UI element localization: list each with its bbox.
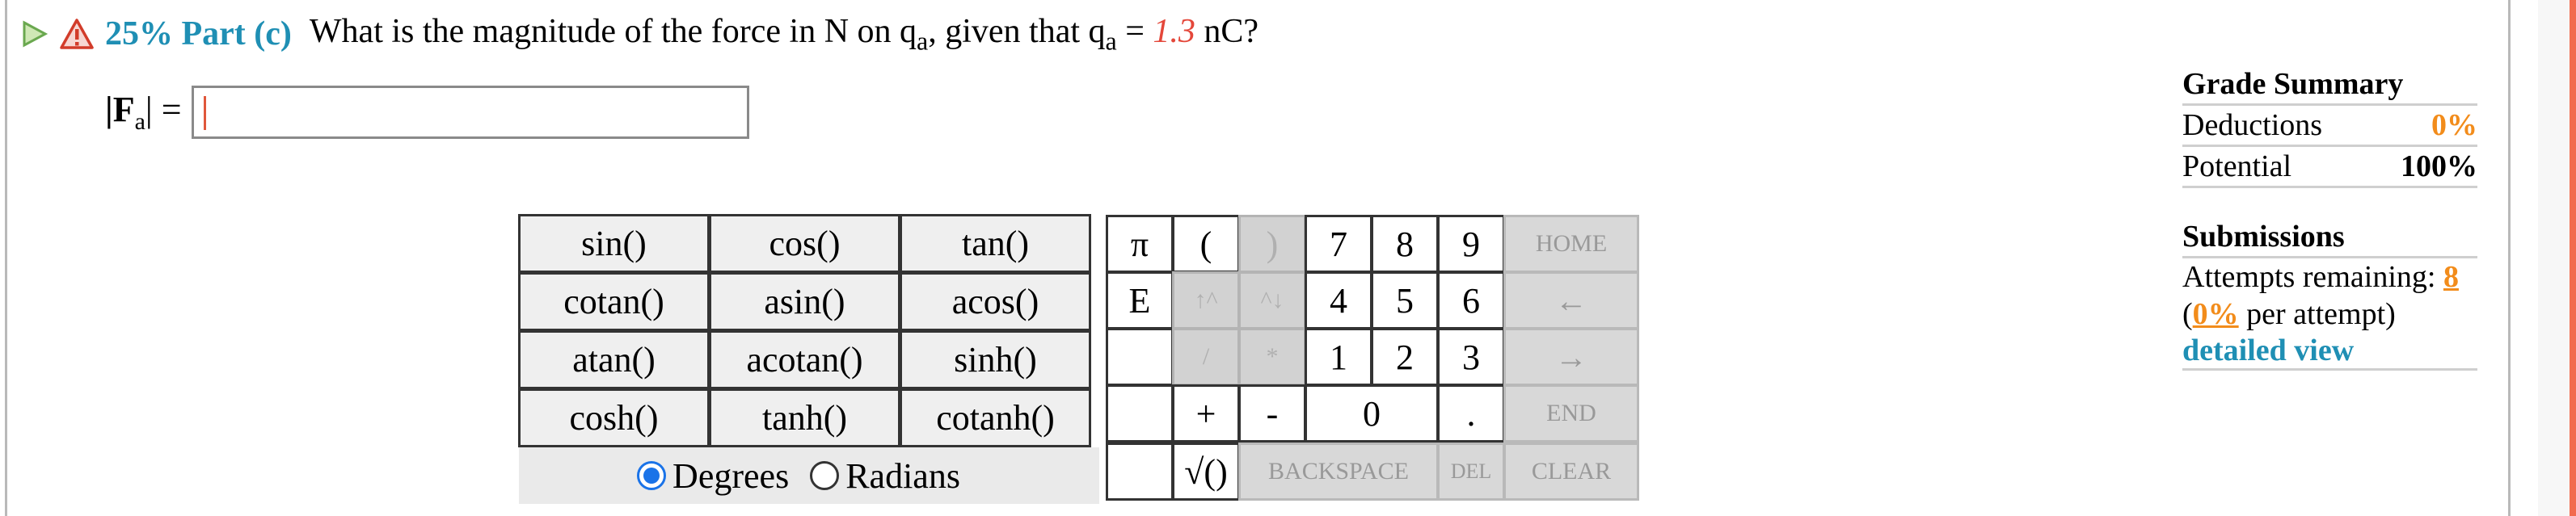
warning-icon [60,19,94,49]
up-caret-button: ↑^ [1172,271,1240,329]
attempts-value: 8 [2443,260,2459,294]
nine-button[interactable]: 9 [1437,215,1505,273]
fn-tan-button[interactable]: tan() [900,214,1091,273]
sqrt-button[interactable]: √() [1172,443,1240,501]
answer-label-tail: | = [145,90,182,130]
blank-key [1106,384,1174,443]
text-caret [203,96,206,130]
rparen-button: ) [1238,215,1306,273]
decimal-button[interactable]: . [1437,384,1505,443]
end-button[interactable]: END [1503,384,1639,443]
degrees-label: Degrees [672,455,790,496]
fn-cos-button[interactable]: cos() [709,214,900,273]
plus-button[interactable]: + [1172,384,1240,443]
expand-play-icon[interactable] [19,19,48,48]
five-button[interactable]: 5 [1371,271,1439,329]
lparen-button[interactable]: ( [1172,215,1240,273]
submissions-block: Submissions Attempts remaining: 8 (0% pe… [2182,219,2477,371]
potential-label: Potential [2182,149,2292,183]
pi-button[interactable]: π [1106,215,1174,273]
four-button[interactable]: 4 [1305,271,1372,329]
radians-label: Radians [845,455,960,496]
eight-button[interactable]: 8 [1371,215,1439,273]
fn-atan-button[interactable]: atan() [518,330,710,389]
fn-sinh-button[interactable]: sinh() [900,330,1091,389]
submissions-title: Submissions [2182,219,2477,258]
degrees-radio[interactable] [637,461,667,490]
answer-label: |Fa| = [105,89,182,136]
zero-button[interactable]: 0 [1305,384,1439,443]
fn-sin-button[interactable]: sin() [518,214,710,273]
potential-row: Potential 100% [2182,147,2477,188]
fn-tanh-button[interactable]: tanh() [709,388,900,447]
answer-row: |Fa| = [105,86,749,139]
function-grid: sin() cos() tan() cotan() asin() acos() … [518,214,1091,447]
one-button[interactable]: 1 [1305,328,1372,386]
answer-label-sub: a [134,107,145,135]
given-value: 1.3 [1153,12,1195,50]
question-header: 25% Part (c) What is the magnitude of th… [19,8,1258,60]
per-attempt-label: per attempt) [2238,297,2396,331]
right-edge-bar [2538,0,2576,516]
fn-asin-button[interactable]: asin() [709,272,900,331]
answer-input[interactable] [191,86,749,139]
six-button[interactable]: 6 [1437,271,1505,329]
minus-button[interactable]: - [1238,384,1306,443]
fn-acotan-button[interactable]: acotan() [709,330,900,389]
potential-value: 100% [2401,149,2477,183]
part-label: 25% Part (c) [105,15,292,52]
attempts-text: Attempts remaining: 8 (0% per attempt) [2182,258,2477,333]
fn-cotanh-button[interactable]: cotanh() [900,388,1091,447]
question-mid: , given that q [928,12,1106,50]
home-button[interactable]: HOME [1503,215,1639,273]
per-attempt-value: 0% [2192,297,2239,331]
grade-summary-title: Grade Summary [2182,66,2477,106]
three-button[interactable]: 3 [1437,328,1505,386]
multiply-button: * [1238,328,1306,386]
question-unit: nC? [1195,12,1259,50]
question-sub: a [1105,26,1117,56]
clear-button[interactable]: CLEAR [1503,443,1639,501]
deductions-value: 0% [2431,108,2477,142]
accent-strip [2570,0,2576,516]
question-text: What is the magnitude of the force in N … [310,12,1258,56]
question-equals: = [1116,12,1153,50]
fn-cotan-button[interactable]: cotan() [518,272,710,331]
left-arrow-button[interactable]: ← [1503,271,1639,329]
e-button[interactable]: E [1106,271,1174,329]
blank-key [1106,443,1174,501]
del-button[interactable]: DEL [1437,443,1505,501]
deductions-row: Deductions 0% [2182,106,2477,147]
blank-key [1106,328,1174,386]
divide-button: / [1172,328,1240,386]
right-arrow-button[interactable]: → [1503,328,1639,386]
fn-acos-button[interactable]: acos() [900,272,1091,331]
detailed-view-link[interactable]: detailed view [2182,333,2477,371]
answer-label-main: |F [105,90,135,130]
down-caret-button: ^↓ [1238,271,1306,329]
backspace-button[interactable]: BACKSPACE [1238,443,1439,501]
seven-button[interactable]: 7 [1305,215,1372,273]
two-button[interactable]: 2 [1371,328,1439,386]
angle-mode-selector: Degrees Radians [519,447,1099,504]
deductions-label: Deductions [2182,108,2323,142]
attempts-label: Attempts remaining: [2182,260,2443,294]
radians-radio[interactable] [810,461,840,490]
question-sub: a [917,26,929,56]
fn-cosh-button[interactable]: cosh() [518,388,710,447]
grade-sidebar: Grade Summary Deductions 0% Potential 10… [2182,66,2477,371]
question-prefix: What is the magnitude of the force in N … [309,12,917,50]
per-open: ( [2182,297,2193,331]
